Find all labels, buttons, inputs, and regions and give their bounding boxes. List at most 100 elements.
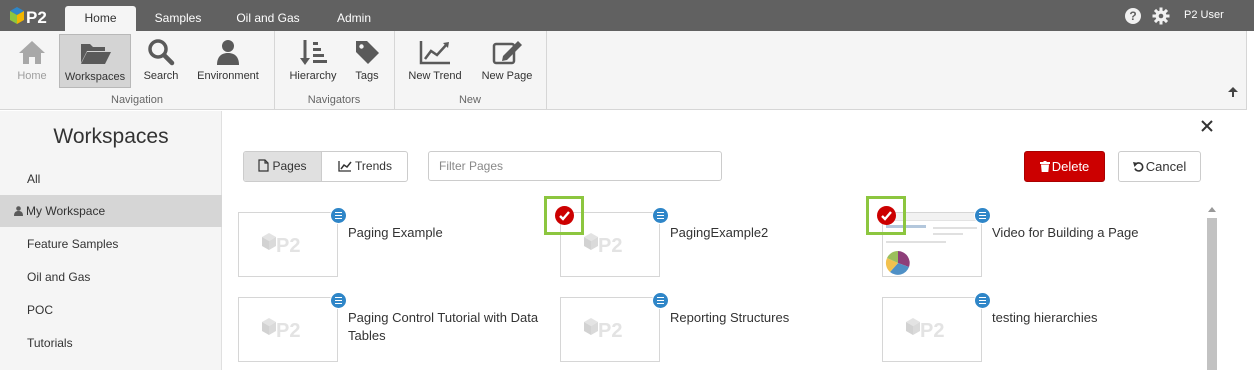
line-chart-icon	[338, 161, 352, 172]
ribbon: Home Workspaces Search Environment Navig…	[0, 31, 1254, 110]
ribbon-new-trend-button[interactable]: New Trend	[404, 34, 466, 88]
watermark-text: P2	[598, 235, 622, 257]
cancel-button[interactable]: Cancel	[1118, 151, 1201, 182]
sidebar-item-tutorials[interactable]: Tutorials	[0, 327, 222, 359]
tab-admin[interactable]: Admin	[326, 6, 382, 31]
page-menu-icon[interactable]	[974, 207, 991, 224]
hierarchy-sort-icon	[300, 40, 327, 65]
file-icon	[258, 159, 270, 172]
delete-button-label: Delete	[1051, 159, 1090, 174]
filter-pages-input[interactable]	[428, 151, 722, 181]
new-group-label: New	[458, 94, 481, 106]
user-menu[interactable]: P2 User	[1184, 9, 1224, 21]
page-title[interactable]: testing hierarchies	[992, 309, 1192, 327]
p2-logo[interactable]: P2	[8, 5, 54, 27]
scroll-up-arrow-icon[interactable]	[1208, 207, 1216, 212]
p2-watermark-icon: P2	[262, 233, 300, 257]
ribbon-new-page-label: New Page	[481, 70, 533, 82]
delete-button[interactable]: Delete	[1024, 151, 1105, 182]
sidebar-item-oil-and-gas[interactable]: Oil and Gas	[0, 261, 222, 293]
thumbnail-line	[933, 227, 977, 229]
sidebar-item-all[interactable]: All	[0, 163, 222, 195]
trends-toggle-button[interactable]: Trends	[322, 152, 407, 181]
logo-text: P2	[26, 8, 47, 27]
tag-icon	[356, 41, 379, 64]
page-card: P2 Paging Control Tutorial with Data Tab…	[238, 292, 538, 367]
sidebar-item-feature-samples[interactable]: Feature Samples	[0, 228, 222, 260]
ribbon-environment-label: Environment	[197, 70, 259, 82]
p2-watermark-icon: P2	[906, 318, 944, 342]
pages-panel: Pages Trends Delete Cancel P2	[223, 111, 1246, 370]
thumbnail-line	[933, 233, 963, 235]
ribbon-edge	[1246, 31, 1254, 110]
ribbon-search-label: Search	[143, 70, 179, 82]
page-thumbnail[interactable]: P2	[238, 212, 338, 277]
watermark-text: P2	[276, 235, 300, 257]
p2-watermark-icon: P2	[584, 318, 622, 342]
tab-samples[interactable]: Samples	[146, 6, 210, 31]
page-list-scrollbar[interactable]	[1206, 207, 1218, 370]
page-menu-icon[interactable]	[330, 292, 347, 309]
page-menu-icon[interactable]	[330, 207, 347, 224]
ribbon-tags-button[interactable]: Tags	[348, 34, 386, 88]
cancel-button-label: Cancel	[1145, 159, 1187, 174]
watermark-text: P2	[276, 320, 300, 342]
page-menu-icon[interactable]	[652, 207, 669, 224]
watermark-text: P2	[598, 320, 622, 342]
gear-icon[interactable]	[1152, 7, 1170, 25]
check-circle-icon	[555, 206, 574, 225]
page-card: P2 PagingExample2	[544, 196, 860, 282]
ribbon-workspaces-button[interactable]: Workspaces	[59, 34, 131, 88]
page-title[interactable]: Paging Example	[348, 224, 548, 242]
pie-chart-icon	[885, 250, 910, 275]
selected-checkmark[interactable]	[866, 196, 906, 235]
page-title[interactable]: Reporting Structures	[670, 309, 870, 327]
page-thumbnail[interactable]: P2	[560, 297, 660, 362]
ribbon-tags-label: Tags	[355, 70, 379, 82]
pages-toggle-label: Pages	[272, 159, 307, 173]
line-chart-icon	[419, 41, 450, 65]
page-thumbnail[interactable]: P2	[238, 297, 338, 362]
p2-watermark-icon: P2	[584, 233, 622, 257]
collapse-ribbon-icon[interactable]	[1227, 86, 1239, 98]
close-icon[interactable]	[1200, 119, 1214, 133]
page-thumbnail[interactable]: P2	[882, 297, 982, 362]
ribbon-hierarchy-label: Hierarchy	[289, 70, 337, 82]
ribbon-environment-button[interactable]: Environment	[193, 34, 263, 88]
page-card: P2 Reporting Structures	[560, 292, 860, 367]
page-title[interactable]: PagingExample2	[670, 224, 870, 242]
ribbon-hierarchy-button[interactable]: Hierarchy	[285, 34, 341, 88]
user-icon	[14, 206, 23, 216]
help-icon[interactable]: ?	[1125, 8, 1141, 24]
navigation-group-label: Navigation	[111, 94, 163, 106]
page-title[interactable]: Video for Building a Page	[992, 224, 1192, 242]
ribbon-new-page-button[interactable]: New Page	[477, 34, 537, 88]
ribbon-divider	[546, 31, 547, 110]
check-circle-icon	[877, 206, 896, 225]
page-card: P2 testing hierarchies	[882, 292, 1182, 367]
pages-toggle-button[interactable]: Pages	[244, 152, 321, 181]
sidebar-item-poc[interactable]: POC	[0, 294, 222, 326]
sidebar-item-my-workspace[interactable]: My Workspace	[0, 195, 222, 227]
page-menu-icon[interactable]	[652, 292, 669, 309]
selected-checkmark[interactable]	[544, 196, 584, 235]
navigators-group-label: Navigators	[307, 94, 361, 106]
p2-watermark-icon: P2	[262, 318, 300, 342]
page-card: Video for Building a Page	[866, 196, 1182, 282]
tab-home[interactable]: Home	[65, 6, 136, 31]
tab-oil-and-gas[interactable]: Oil and Gas	[228, 6, 308, 31]
ribbon-search-button[interactable]: Search	[139, 34, 183, 88]
ribbon-home-label: Home	[17, 70, 47, 82]
sidebar-item-label: My Workspace	[26, 204, 106, 218]
home-icon	[19, 41, 45, 64]
watermark-text: P2	[920, 320, 944, 342]
page-menu-icon[interactable]	[974, 292, 991, 309]
ribbon-home-button[interactable]: Home	[11, 34, 53, 88]
scroll-thumb[interactable]	[1207, 218, 1217, 370]
top-nav-bar: P2 Home Samples Oil and Gas Admin ? P2 U…	[0, 0, 1254, 31]
workspace-sidebar: Workspaces All My Workspace Feature Samp…	[0, 111, 222, 370]
page-card: P2 Paging Example	[238, 207, 538, 282]
trash-icon	[1039, 161, 1050, 172]
page-title[interactable]: Paging Control Tutorial with Data Tables	[348, 309, 546, 345]
undo-icon	[1132, 162, 1144, 172]
